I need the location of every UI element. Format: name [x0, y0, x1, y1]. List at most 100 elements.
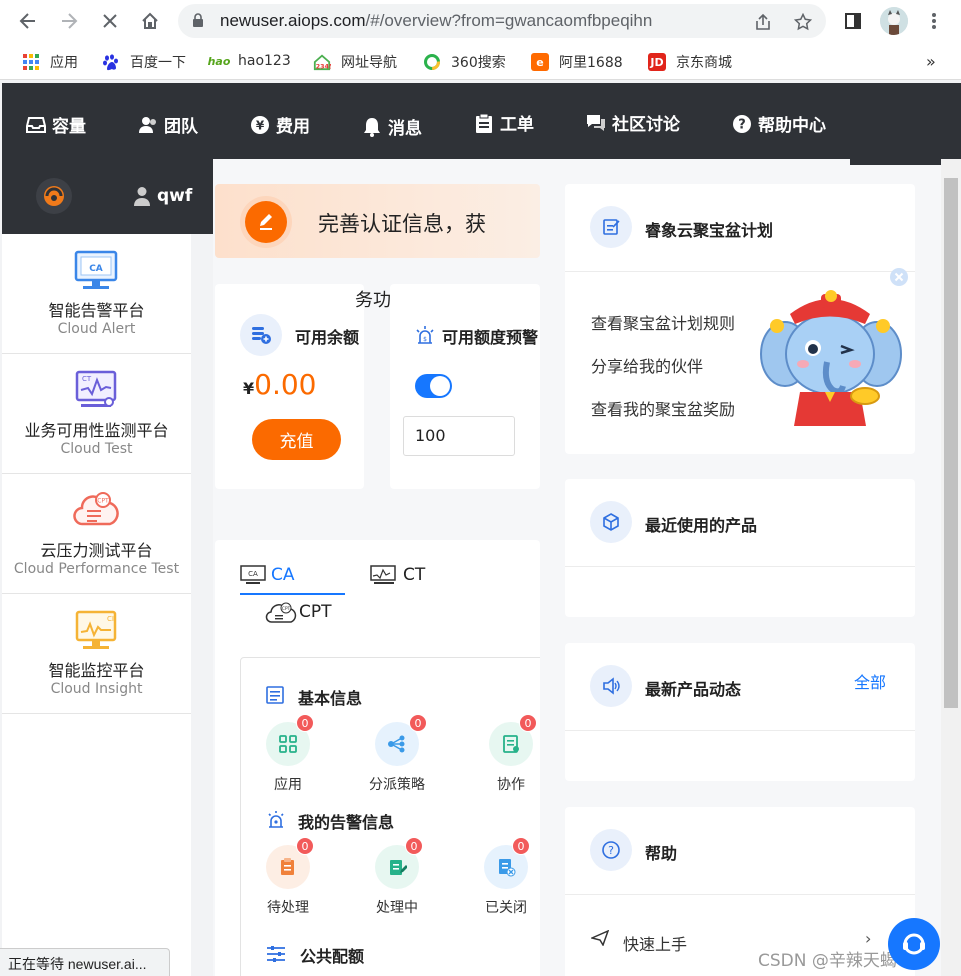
stat-closed[interactable]: 0 已关闭 [484, 837, 530, 917]
stat-collaboration[interactable]: 0 协作 [489, 714, 537, 794]
nav-team[interactable]: 团队 [138, 112, 198, 137]
certification-banner[interactable]: 完善认证信息，获 [215, 184, 540, 258]
sidebar-item-cloud-alert[interactable]: CA 智能告警平台 Cloud Alert [2, 234, 191, 354]
edit-doc-icon [590, 206, 632, 248]
closed-count-badge: 0 [512, 837, 530, 855]
cloud-insight-monitor-icon: CI [75, 610, 117, 649]
forward-icon[interactable] [55, 7, 83, 35]
stat-label: 应用 [274, 777, 302, 793]
nav-community[interactable]: 社区讨论 [586, 110, 680, 135]
bookmarks-overflow[interactable]: » [926, 52, 936, 71]
elephant-mascot-icon [760, 290, 902, 426]
scrollbar-thumb[interactable] [944, 178, 958, 708]
bookmark-hao123[interactable]: hao hao123 [208, 52, 291, 70]
chat-bubbles-icon [586, 113, 606, 133]
jd-icon: JD [648, 53, 666, 71]
cloud-test-monitor-icon: CT [75, 370, 117, 407]
sidebar-gap [191, 234, 213, 976]
sidebar-item-title: 云压力测试平台 [40, 541, 153, 560]
bookmark-jd[interactable]: JD 京东商城 [648, 52, 732, 72]
divider [565, 566, 915, 567]
svg-text:2345: 2345 [316, 63, 331, 70]
clipped-heading-text: 务功 [355, 290, 391, 311]
sidebar-item-subtitle: Cloud Alert [57, 321, 136, 337]
stat-pending[interactable]: 0 待处理 [266, 837, 314, 917]
clipboard-icon [474, 113, 494, 133]
help-question-icon: ? [590, 829, 632, 871]
credit-alert-card: $ 可用额度预警 100 [390, 284, 540, 489]
menu-dots-icon[interactable] [920, 7, 948, 35]
tab-ca[interactable]: CA CA [240, 565, 345, 595]
ct-monitor-icon [370, 565, 396, 584]
product-overview-card: CA CA CT CPT CPT 基本信息 0 应用 0 分派策略 0 协作 我… [215, 540, 540, 976]
stat-dispatch-policy[interactable]: 0 分派策略 [369, 714, 427, 794]
svg-text:$: $ [423, 336, 427, 343]
plan-link-rewards[interactable]: 查看我的聚宝盆奖励 [591, 396, 735, 420]
bookmark-360[interactable]: 360搜索 [423, 52, 506, 72]
question-circle-icon: ? [732, 114, 752, 134]
baidu-paw-icon [102, 53, 120, 71]
back-icon[interactable] [14, 7, 42, 35]
balance-icon [240, 314, 282, 356]
news-view-all-link[interactable]: 全部 [854, 669, 886, 693]
bell-icon [362, 117, 382, 137]
inbox-icon [26, 115, 46, 135]
cpt-cloud-icon: CPT [265, 602, 297, 623]
apps-grid-icon [22, 53, 40, 71]
user-strip: qwf [2, 159, 213, 234]
360-search-icon [423, 53, 441, 71]
profile-avatar[interactable] [880, 7, 908, 35]
sidebar-item-cloud-insight[interactable]: CI 智能监控平台 Cloud Insight [2, 594, 191, 714]
bookmark-star-icon[interactable] [792, 11, 814, 33]
edit-pen-icon [245, 201, 287, 243]
team-icon [138, 115, 158, 135]
share-icon[interactable] [752, 11, 774, 33]
divider [565, 271, 915, 272]
user-name: qwf [157, 186, 193, 206]
stop-icon[interactable] [96, 7, 124, 35]
svg-text:CPT: CPT [97, 498, 109, 505]
plan-title: 睿象云聚宝盆计划 [645, 221, 774, 240]
bookmark-apps[interactable]: 应用 [22, 52, 78, 72]
brand-logo-icon[interactable] [36, 178, 72, 214]
plan-link-share[interactable]: 分享给我的伙伴 [591, 353, 703, 377]
nav-tickets[interactable]: 工单 [474, 110, 534, 135]
nav-capacity[interactable]: 容量 [26, 112, 86, 137]
support-chat-button[interactable] [888, 918, 940, 970]
product-sidebar: CA 智能告警平台 Cloud Alert CT 业务可用性监测平台 Cloud… [2, 234, 191, 976]
svg-text:?: ? [738, 117, 746, 132]
user-menu[interactable]: qwf [133, 186, 192, 206]
sidebar-item-cloud-test[interactable]: CT 业务可用性监测平台 Cloud Test [2, 354, 191, 474]
quickstart-link[interactable]: 快速上手 [623, 931, 687, 955]
bookmark-1688[interactable]: e 阿里1688 [531, 52, 623, 72]
sidebar-item-cloud-performance-test[interactable]: CPT 云压力测试平台 Cloud Performance Test [2, 474, 191, 594]
tab-cpt[interactable]: CPT CPT [265, 602, 332, 624]
recharge-button[interactable]: 充值 [252, 419, 341, 460]
bookmark-baidu[interactable]: 百度一下 [102, 52, 186, 72]
tab-ct[interactable]: CT [370, 565, 425, 585]
nav-help-center[interactable]: ? 帮助中心 [732, 111, 826, 136]
alert-threshold-input[interactable]: 100 [403, 416, 515, 456]
nav-messages[interactable]: 消息 [362, 114, 422, 139]
sliders-icon [266, 945, 286, 967]
bookmark-nav[interactable]: 2345 网址导航 [313, 52, 397, 72]
address-bar[interactable]: newuser.aiops.com/#/overview?from=gwanca… [178, 4, 826, 38]
headset-icon [903, 933, 925, 955]
recent-title: 最近使用的产品 [645, 516, 758, 535]
stat-apps[interactable]: 0 应用 [266, 714, 314, 794]
svg-text:CPT: CPT [282, 606, 291, 612]
product-news-card: 最新产品动态 全部 [565, 643, 915, 781]
cloud-alert-monitor-icon: CA [74, 250, 118, 289]
dispatch-count-badge: 0 [409, 714, 427, 732]
product-stats-panel: 基本信息 0 应用 0 分派策略 0 协作 我的告警信息 0 待处理 0 处理中… [240, 657, 540, 976]
alert-toggle-switch[interactable] [415, 374, 452, 398]
ca-monitor-icon: CA [240, 565, 266, 584]
nav-fees[interactable]: ¥ 费用 [250, 112, 310, 137]
stat-in-progress[interactable]: 0 处理中 [375, 837, 423, 917]
home-icon[interactable] [136, 7, 164, 35]
svg-text:CA: CA [89, 264, 103, 274]
collab-count-badge: 0 [519, 714, 537, 732]
sidepanel-icon[interactable] [839, 7, 867, 35]
plan-link-rules[interactable]: 查看聚宝盆计划规则 [591, 310, 735, 334]
news-title: 最新产品动态 [645, 680, 742, 699]
